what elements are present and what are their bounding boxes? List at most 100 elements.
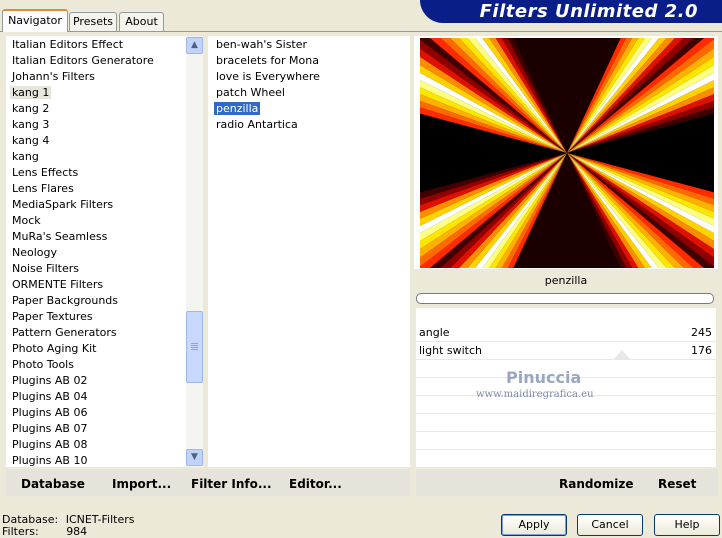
category-item-label: Paper Backgrounds <box>12 294 119 307</box>
category-item-label: Paper Textures <box>12 310 93 323</box>
param-light-switch[interactable]: light switch 176 <box>416 343 716 360</box>
category-item-label: Lens Flares <box>12 182 74 195</box>
category-item[interactable]: MediaSpark Filters <box>6 197 156 213</box>
category-item[interactable]: MuRa's Seamless <box>6 229 156 245</box>
filter-item[interactable]: radio Antartica <box>214 117 322 133</box>
category-item[interactable]: Noise Filters <box>6 261 156 277</box>
param-value: 176 <box>691 344 712 357</box>
category-item-label: Plugins AB 06 <box>12 406 88 419</box>
category-item[interactable]: Johann's Filters <box>6 69 156 85</box>
filter-item[interactable]: bracelets for Mona <box>214 53 322 69</box>
category-item-label: Plugins AB 08 <box>12 438 88 451</box>
status-filters-label: Filters: <box>2 525 39 538</box>
category-item[interactable]: kang 3 <box>6 117 156 133</box>
slider-pointer-icon[interactable] <box>614 350 630 359</box>
category-item-label: kang 3 <box>12 118 50 131</box>
category-item[interactable]: Plugins AB 08 <box>6 437 156 453</box>
category-item-label: Noise Filters <box>12 262 79 275</box>
tab-navigator[interactable]: Navigator <box>2 9 68 32</box>
scroll-down-icon[interactable]: ▼ <box>186 449 203 466</box>
tab-presets[interactable]: Presets <box>69 12 117 31</box>
category-item[interactable]: Neology <box>6 245 156 261</box>
watermark-name: Pinuccia <box>506 368 582 387</box>
category-item-label: Plugins AB 04 <box>12 390 88 403</box>
help-button[interactable]: Help <box>654 514 720 536</box>
filter-item-label: bracelets for Mona <box>216 54 319 67</box>
category-item[interactable]: Italian Editors Generatore <box>6 53 156 69</box>
category-item-label: Johann's Filters <box>12 70 95 83</box>
category-item[interactable]: kang <box>6 149 156 165</box>
category-item[interactable]: Plugins AB 10 <box>6 453 156 469</box>
category-list[interactable]: Italian Editors Effect Italian Editors Ge… <box>6 36 186 467</box>
preview-image <box>420 38 714 268</box>
filter-item[interactable]: penzilla <box>214 101 322 117</box>
category-item[interactable]: Plugins AB 07 <box>6 421 156 437</box>
status-filters-value: 984 <box>66 525 88 538</box>
category-item-label: Plugins AB 10 <box>12 454 88 467</box>
filter-list[interactable]: ben-wah's Sister bracelets for Mona love i… <box>208 36 410 467</box>
category-item-label: kang 2 <box>12 102 50 115</box>
category-item-label: Italian Editors Generatore <box>12 54 154 67</box>
filter-item-label: ben-wah's Sister <box>216 38 308 51</box>
filter-item[interactable]: love is Everywhere <box>214 69 322 85</box>
param-empty-row <box>416 433 716 450</box>
tab-about[interactable]: About <box>119 12 164 31</box>
filter-item-label: penzilla <box>214 102 261 115</box>
import-link[interactable]: Import... <box>112 477 171 491</box>
category-item-label: Mock <box>12 214 41 227</box>
param-label: light switch <box>419 344 482 357</box>
category-item[interactable]: Photo Tools <box>6 357 156 373</box>
scroll-up-icon[interactable]: ▲ <box>186 37 203 54</box>
category-item[interactable]: Lens Flares <box>6 181 156 197</box>
category-item[interactable]: Plugins AB 02 <box>6 373 156 389</box>
filter-item-label: radio Antartica <box>216 118 298 131</box>
filter-item-label: love is Everywhere <box>216 70 320 83</box>
status-filters: Filters: 984 <box>2 525 87 538</box>
category-item[interactable]: kang 2 <box>6 101 156 117</box>
category-item[interactable]: kang 1 <box>6 85 156 101</box>
param-angle[interactable]: angle 245 <box>416 325 716 342</box>
scroll-grip-icon <box>191 343 198 344</box>
editor-link[interactable]: Editor... <box>289 477 342 491</box>
category-item[interactable]: Photo Aging Kit <box>6 341 156 357</box>
category-item-label: Plugins AB 07 <box>12 422 88 435</box>
category-item-label: Italian Editors Effect <box>12 38 124 51</box>
watermark-url: www.maidiregrafica.eu <box>476 389 594 400</box>
category-item-label: Pattern Generators <box>12 326 117 339</box>
param-empty-row <box>416 415 716 432</box>
category-item[interactable]: Mock <box>6 213 156 229</box>
apply-button[interactable]: Apply <box>501 514 567 536</box>
filter-item[interactable]: ben-wah's Sister <box>214 37 322 53</box>
banner: Filters Unlimited 2.0 <box>420 0 722 23</box>
param-label: angle <box>419 326 450 339</box>
category-item-label: Neology <box>12 246 58 259</box>
category-item[interactable]: Paper Backgrounds <box>6 293 156 309</box>
category-scrollbar[interactable]: ▲ ▼ <box>186 36 203 467</box>
cancel-button[interactable]: Cancel <box>577 514 643 536</box>
category-item-label: Plugins AB 02 <box>12 374 88 387</box>
category-item[interactable]: ORMENTE Filters <box>6 277 156 293</box>
category-item[interactable]: Pattern Generators <box>6 325 156 341</box>
preview-frame <box>414 36 718 269</box>
category-item[interactable]: Lens Effects <box>6 165 156 181</box>
scroll-thumb[interactable] <box>186 311 203 383</box>
filter-item[interactable]: patch Wheel <box>214 85 322 101</box>
category-item[interactable]: Plugins AB 06 <box>6 405 156 421</box>
category-item-label: kang 4 <box>12 134 50 147</box>
category-item[interactable]: Plugins AB 04 <box>6 389 156 405</box>
database-link[interactable]: Database <box>21 477 85 491</box>
reset-link[interactable]: Reset <box>658 477 696 491</box>
category-item-label: kang <box>12 150 39 163</box>
category-item-label: Photo Tools <box>12 358 74 371</box>
tab-divider <box>0 31 722 32</box>
filter-item-label: patch Wheel <box>216 86 285 99</box>
category-item-label: MuRa's Seamless <box>12 230 108 243</box>
preview-filter-name: penzilla <box>416 270 716 292</box>
category-item[interactable]: Paper Textures <box>6 309 156 325</box>
category-item[interactable]: Italian Editors Effect <box>6 37 156 53</box>
filter-info-link[interactable]: Filter Info... <box>191 477 272 491</box>
progress-bar <box>416 293 714 304</box>
category-item[interactable]: kang 4 <box>6 133 156 149</box>
randomize-link[interactable]: Randomize <box>559 477 633 491</box>
banner-title: Filters Unlimited 2.0 <box>479 1 698 22</box>
